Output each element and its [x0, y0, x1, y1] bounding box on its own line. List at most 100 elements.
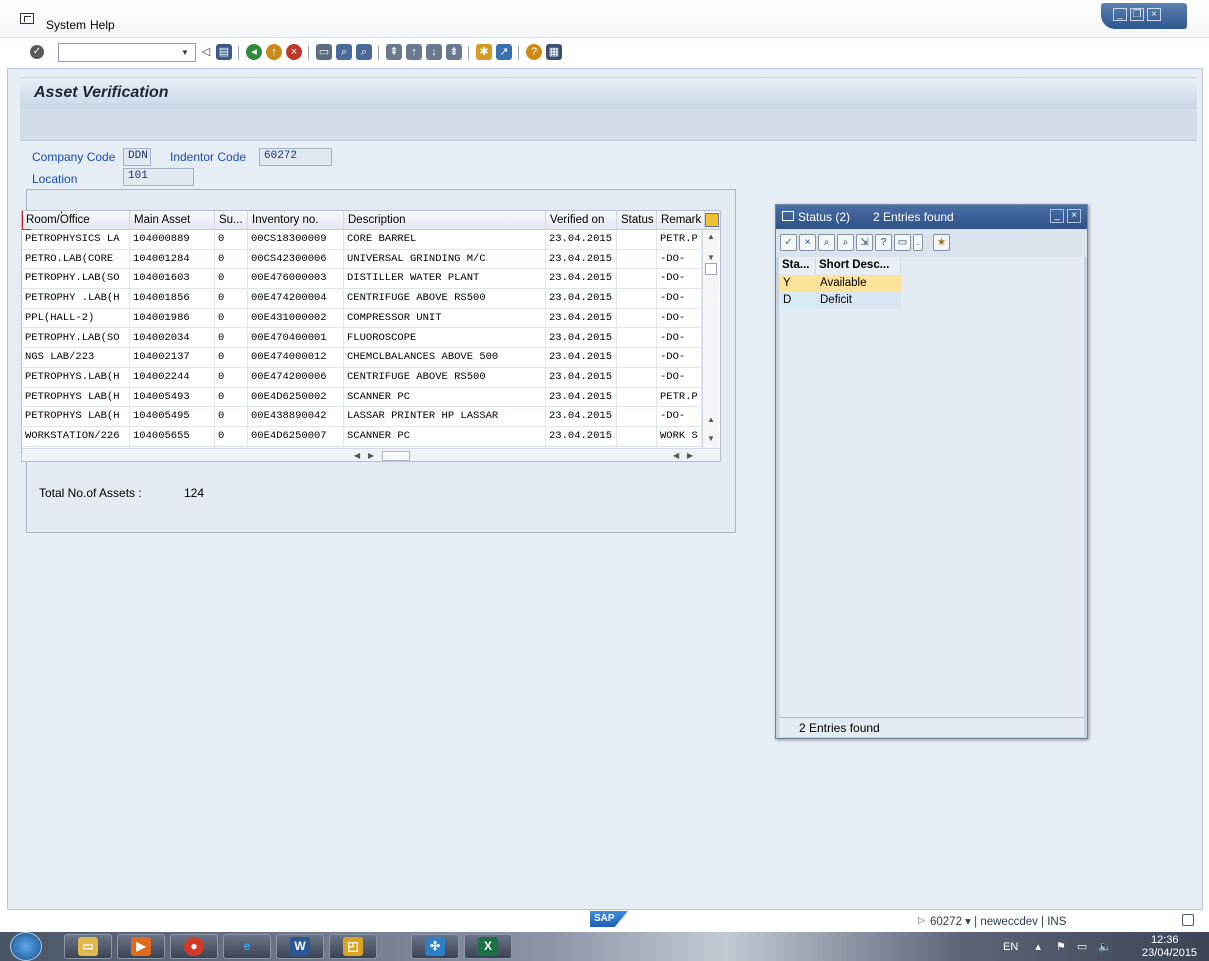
cell-remark[interactable]: -DO-: [657, 348, 702, 368]
horizontal-scrollbar[interactable]: ◀ ▶ ◀ ▶: [22, 448, 720, 461]
taskbar-sap-logon[interactable]: ✣: [411, 934, 459, 959]
cell-room-office[interactable]: PETROPHY .LAB(H: [22, 289, 130, 309]
cell-remark[interactable]: PETR.P: [657, 387, 702, 407]
language-indicator[interactable]: EN: [1003, 941, 1018, 953]
export-icon[interactable]: ⇲: [856, 234, 873, 251]
cell-subnumber[interactable]: 0: [215, 308, 248, 328]
scroll-left-icon[interactable]: ◀: [354, 451, 360, 460]
table-row[interactable]: NGS LAB/223 104002137 0 00E474000012 CHEMCLB…: [22, 348, 702, 368]
first-page-icon[interactable]: ⇞: [386, 44, 402, 60]
cell-main-asset[interactable]: 104005493: [130, 387, 215, 407]
cell-verified-on[interactable]: 23.04.2015: [546, 427, 617, 446]
cell-verified-on[interactable]: 23.04.2015: [546, 269, 617, 289]
next-page-icon[interactable]: ↓: [426, 44, 442, 60]
restore-icon[interactable]: ❐: [1130, 8, 1144, 21]
cell-remark[interactable]: WORK S: [657, 427, 702, 446]
cell-description[interactable]: CORE BARREL: [344, 230, 546, 249]
column-header-short-description[interactable]: Short Desc...: [816, 257, 901, 274]
cell-description[interactable]: DISTILLER WATER PLANT: [344, 269, 546, 289]
action-center-flag-icon[interactable]: ⚑: [1056, 941, 1066, 953]
cell-remark[interactable]: -DO-: [657, 249, 702, 269]
find-next-icon[interactable]: ⌕: [356, 44, 372, 60]
cell-remark[interactable]: -DO-: [657, 367, 702, 387]
find-icon[interactable]: ⌕: [818, 234, 835, 251]
cell-remark[interactable]: -DO-: [657, 328, 702, 348]
cell-verified-on[interactable]: 23.04.2015: [546, 328, 617, 348]
cell-inventory-no[interactable]: 00CS42300006: [248, 249, 344, 269]
table-row[interactable]: PPL(HALL-2) 104001986 0 00E431000002 COMPRES…: [22, 308, 702, 329]
column-header-inventory-no[interactable]: Inventory no.: [248, 211, 344, 230]
table-row[interactable]: PETROPHYS LAB(H 104005493 0 00E4D6250002 SCA…: [22, 387, 702, 408]
table-row[interactable]: WORKSTATION/226 104005655 0 00E4D6250007 SCA…: [22, 427, 702, 447]
cell-subnumber[interactable]: 0: [215, 289, 248, 309]
personal-list-icon[interactable]: ★: [933, 234, 950, 251]
previous-page-icon[interactable]: ↑: [406, 44, 422, 60]
cancel-icon[interactable]: ×: [799, 234, 816, 251]
table-row[interactable]: PETROPHY.LAB(SO 104002034 0 00E470400001 FLU…: [22, 328, 702, 349]
cell-status[interactable]: [617, 348, 657, 368]
help-icon[interactable]: ?: [526, 44, 542, 60]
system-info[interactable]: 60272 ▾ | neweccdev | INS: [930, 914, 1066, 928]
cell-room-office[interactable]: WORKSTATION/226: [22, 427, 130, 446]
cell-status[interactable]: [617, 328, 657, 348]
cell-status[interactable]: [617, 407, 657, 427]
cell-status[interactable]: [617, 269, 657, 289]
scroll-down-icon[interactable]: ▼: [707, 253, 715, 262]
scroll-left-icon[interactable]: ◀: [673, 451, 679, 460]
cell-room-office[interactable]: PETROPHYS.LAB(H: [22, 367, 130, 387]
taskbar-chrome[interactable]: ●: [170, 934, 218, 959]
cell-verified-on[interactable]: 23.04.2015: [546, 367, 617, 387]
company-code-field[interactable]: DDN: [123, 148, 151, 166]
find-icon[interactable]: ⌕: [336, 44, 352, 60]
cell-subnumber[interactable]: 0: [215, 328, 248, 348]
create-session-icon[interactable]: ✱: [476, 44, 492, 60]
minimize-icon[interactable]: _: [1050, 209, 1064, 223]
status-description[interactable]: Deficit: [816, 292, 901, 309]
cell-status[interactable]: [617, 427, 657, 446]
scroll-down-icon[interactable]: ▼: [707, 434, 715, 443]
print-icon[interactable]: ▭: [894, 234, 911, 251]
cell-description[interactable]: SCANNER PC: [344, 387, 546, 407]
cell-room-office[interactable]: PETRO.LAB(CORE: [22, 249, 130, 269]
status-code[interactable]: D: [779, 292, 816, 309]
cell-description[interactable]: COMPRESSOR UNIT: [344, 308, 546, 328]
cell-inventory-no[interactable]: 00E474200004: [248, 289, 344, 309]
cell-verified-on[interactable]: 23.04.2015: [546, 308, 617, 328]
history-icon[interactable]: ◁: [198, 44, 214, 60]
cell-status[interactable]: [617, 289, 657, 309]
cell-status[interactable]: [617, 230, 657, 249]
cell-remark[interactable]: -DO-: [657, 407, 702, 427]
table-row[interactable]: PETROPHYSICS LA 104000889 0 00CS18300009 COR…: [22, 230, 702, 250]
cell-main-asset[interactable]: 104000889: [130, 230, 215, 249]
show-hidden-icons-icon[interactable]: ▴: [1035, 941, 1041, 953]
status-code[interactable]: Y: [779, 275, 816, 292]
cell-room-office[interactable]: PETROPHY.LAB(SO: [22, 269, 130, 289]
status-description[interactable]: Available: [816, 275, 901, 292]
taskbar-app[interactable]: ◰: [329, 934, 377, 959]
cell-room-office[interactable]: PPL(HALL-2): [22, 308, 130, 328]
scroll-thumb[interactable]: [705, 263, 717, 275]
cell-room-office[interactable]: PETROPHY.LAB(SO: [22, 328, 130, 348]
cell-inventory-no[interactable]: 00E438890042: [248, 407, 344, 427]
network-icon[interactable]: ▭: [1077, 941, 1087, 953]
cell-inventory-no[interactable]: 00E476000003: [248, 269, 344, 289]
volume-icon[interactable]: 🔈: [1098, 941, 1112, 953]
print-icon[interactable]: ▭: [316, 44, 332, 60]
cell-description[interactable]: CENTRIFUGE ABOVE RS500: [344, 289, 546, 309]
cell-verified-on[interactable]: 23.04.2015: [546, 249, 617, 269]
find-next-icon[interactable]: ⌕: [837, 234, 854, 251]
table-row[interactable]: PETROPHY.LAB(SO 104001603 0 00E476000003 DIS…: [22, 269, 702, 290]
cell-room-office[interactable]: PETROPHYSICS LA: [22, 230, 130, 249]
cell-verified-on[interactable]: 23.04.2015: [546, 407, 617, 427]
cell-inventory-no[interactable]: 00E474200006: [248, 367, 344, 387]
table-row[interactable]: PETROPHYS.LAB(H 104002244 0 00E474200006 CEN…: [22, 367, 702, 388]
cell-room-office[interactable]: PETROPHYS LAB(H: [22, 407, 130, 427]
cell-inventory-no[interactable]: 00E470400001: [248, 328, 344, 348]
last-page-icon[interactable]: ⇟: [446, 44, 462, 60]
dialog-menu-icon[interactable]: [782, 211, 794, 221]
table-row[interactable]: PETROPHY .LAB(H 104001856 0 00E474200004 CEN…: [22, 289, 702, 309]
enter-icon[interactable]: ✓: [30, 45, 44, 59]
table-row[interactable]: PETROPHYS LAB(H 104005495 0 00E438890042 LAS…: [22, 407, 702, 427]
cell-room-office[interactable]: NGS LAB/223: [22, 348, 130, 368]
cell-inventory-no[interactable]: 00CS18300009: [248, 230, 344, 249]
